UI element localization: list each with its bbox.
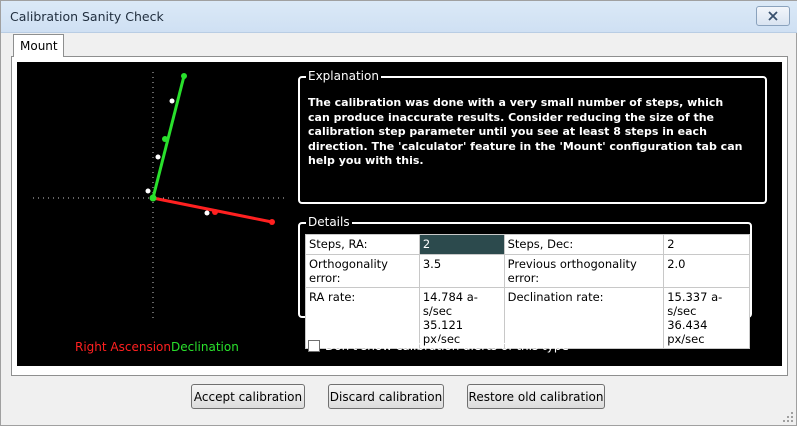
restore-old-calibration-button[interactable]: Restore old calibration — [467, 384, 605, 409]
close-button[interactable] — [756, 6, 790, 26]
orthogonality-error-value[interactable]: 3.5 — [418, 254, 505, 288]
resize-grip-icon[interactable] — [781, 410, 795, 424]
tab-mount[interactable]: Mount — [13, 34, 64, 57]
ra-series — [145, 188, 275, 225]
legend-dec: Declination — [171, 340, 239, 354]
explanation-text: The calibration was done with a very sma… — [308, 96, 743, 167]
title-bar: Calibration Sanity Check — [1, 1, 797, 33]
details-row-orthogonality: Orthogonality error: 3.5 Previous orthog… — [305, 254, 750, 288]
steps-dec-value[interactable]: 2 — [663, 234, 750, 255]
dont-show-alerts-checkbox[interactable] — [308, 340, 320, 352]
calibration-plot — [33, 72, 285, 322]
details-table: Steps, RA: 2 Steps, Dec: 2 Orthogonality… — [305, 234, 750, 349]
dec-series — [149, 73, 187, 202]
close-icon — [768, 11, 778, 21]
plot-axes — [33, 72, 285, 322]
previous-orthogonality-error-label: Previous orthogonality error: — [503, 254, 665, 288]
details-group: Details Steps, RA: 2 Steps, Dec: 2 Ortho… — [298, 215, 752, 349]
accept-calibration-button[interactable]: Accept calibration — [191, 384, 305, 409]
legend-ra: Right Ascension — [75, 340, 171, 354]
previous-orthogonality-error-value[interactable]: 2.0 — [663, 254, 750, 288]
details-row-steps: Steps, RA: 2 Steps, Dec: 2 — [305, 234, 750, 255]
declination-rate-value[interactable]: 15.337 a-s/sec 36.434 px/sec — [663, 287, 750, 349]
dont-show-alerts-option[interactable]: Don't show calibration alerts of this ty… — [308, 339, 569, 353]
explanation-group: Explanation The calibration was done wit… — [298, 69, 767, 204]
details-title: Details — [306, 215, 352, 229]
explanation-title: Explanation — [306, 69, 381, 83]
dont-show-alerts-label: Don't show calibration alerts of this ty… — [325, 339, 569, 353]
orthogonality-error-label: Orthogonality error: — [305, 254, 420, 288]
steps-dec-label: Steps, Dec: — [503, 234, 665, 255]
steps-ra-label: Steps, RA: — [305, 234, 420, 255]
calibration-sanity-dialog: Calibration Sanity Check Mount Right Asc… — [0, 0, 797, 426]
window-title: Calibration Sanity Check — [10, 9, 164, 24]
steps-ra-value[interactable]: 2 — [418, 234, 505, 255]
discard-calibration-button[interactable]: Discard calibration — [328, 384, 444, 409]
